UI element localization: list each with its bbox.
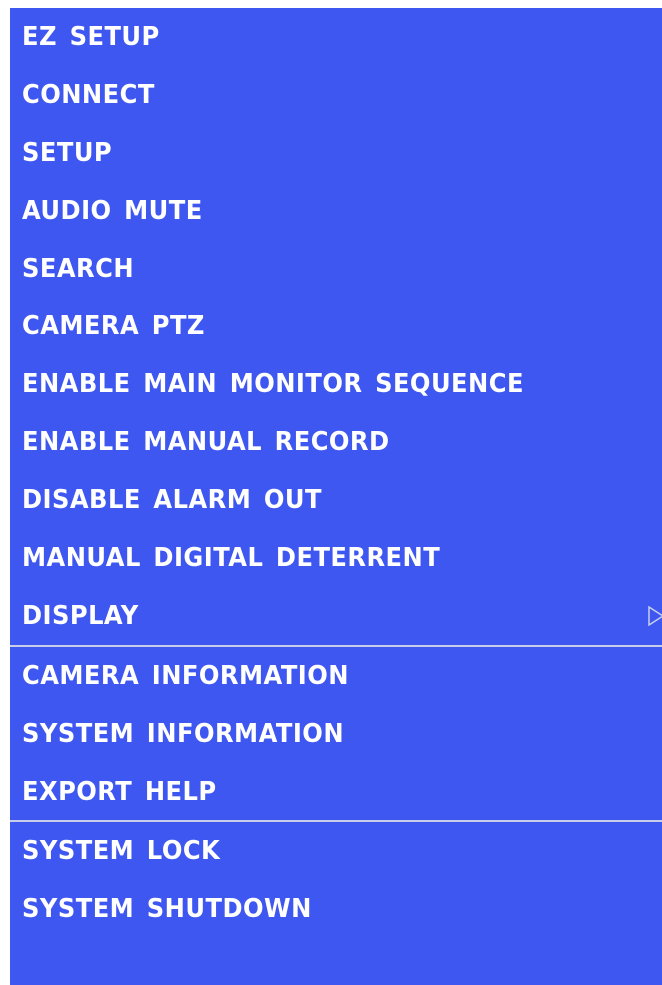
menu-item-label: AUDIO MUTE (22, 195, 203, 226)
menu-item-label: CONNECT (22, 79, 155, 110)
menu-item-label: EZ SETUP (22, 21, 160, 52)
menu-item-connect[interactable]: CONNECT (10, 66, 662, 124)
menu-item-setup[interactable]: SETUP (10, 124, 662, 182)
context-menu: EZ SETUP CONNECT SETUP AUDIO MUTE SEARCH… (10, 8, 662, 985)
menu-item-enable-main-monitor-sequence[interactable]: ENABLE MAIN MONITOR SEQUENCE (10, 355, 662, 413)
menu-item-label: ENABLE MAIN MONITOR SEQUENCE (22, 369, 524, 400)
menu-item-system-shutdown[interactable]: SYSTEM SHUTDOWN (10, 880, 662, 938)
menu-item-search[interactable]: SEARCH (10, 240, 662, 298)
menu-item-label: SETUP (22, 137, 113, 168)
menu-item-label: DISABLE ALARM OUT (22, 485, 322, 516)
menu-item-label: SEARCH (22, 253, 135, 284)
menu-item-label: SYSTEM INFORMATION (22, 718, 345, 749)
menu-item-disable-alarm-out[interactable]: DISABLE ALARM OUT (10, 471, 662, 529)
menu-item-label: SYSTEM SHUTDOWN (22, 894, 312, 925)
menu-item-manual-digital-deterrent[interactable]: MANUAL DIGITAL DETERRENT (10, 529, 662, 587)
menu-item-system-lock[interactable]: SYSTEM LOCK (10, 822, 662, 880)
menu-item-system-information[interactable]: SYSTEM INFORMATION (10, 705, 662, 763)
menu-item-label: CAMERA INFORMATION (22, 660, 349, 691)
menu-item-label: MANUAL DIGITAL DETERRENT (22, 542, 441, 573)
menu-item-ez-setup[interactable]: EZ SETUP (10, 8, 662, 66)
menu-item-display[interactable]: DISPLAY (10, 587, 662, 645)
menu-item-audio-mute[interactable]: AUDIO MUTE (10, 182, 662, 240)
menu-item-enable-manual-record[interactable]: ENABLE MANUAL RECORD (10, 413, 662, 471)
menu-item-label: EXPORT HELP (22, 776, 217, 807)
menu-item-label: DISPLAY (22, 600, 139, 631)
submenu-arrow-icon (648, 605, 662, 626)
menu-item-label: ENABLE MANUAL RECORD (22, 427, 390, 458)
menu-item-label: SYSTEM LOCK (22, 836, 221, 867)
menu-item-label: CAMERA PTZ (22, 311, 205, 342)
menu-item-export-help[interactable]: EXPORT HELP (10, 763, 662, 821)
menu-item-camera-information[interactable]: CAMERA INFORMATION (10, 647, 662, 705)
menu-item-camera-ptz[interactable]: CAMERA PTZ (10, 297, 662, 355)
